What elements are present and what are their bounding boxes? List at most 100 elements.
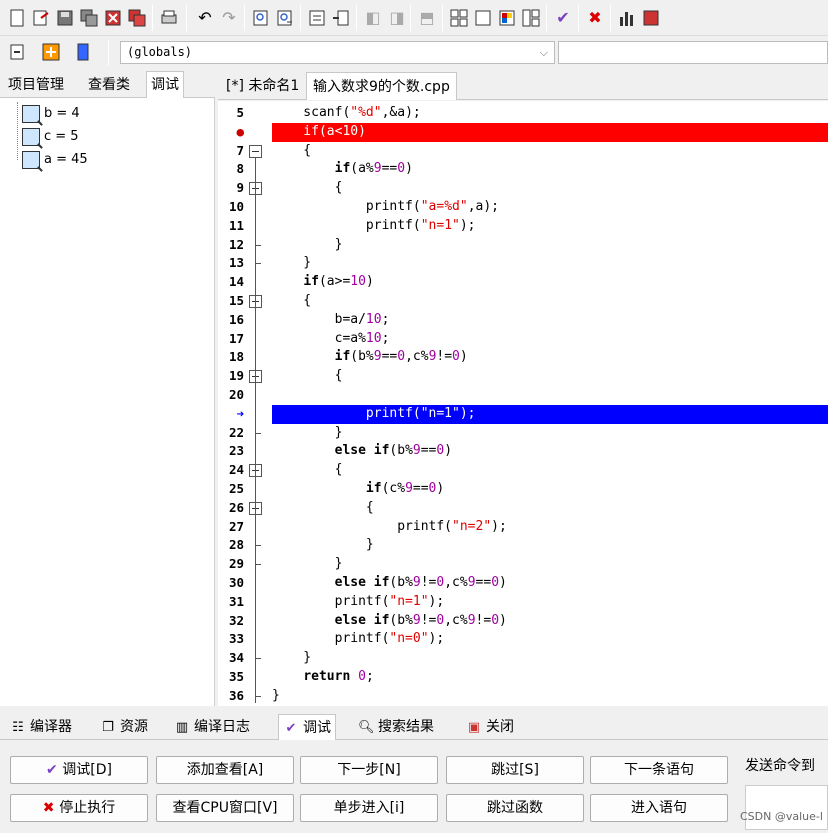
code-line[interactable]: if(a%9==0) (272, 160, 828, 179)
layout-icon[interactable] (520, 7, 542, 29)
chevron-down-icon[interactable]: ⌵ (540, 42, 548, 63)
current-line-arrow-icon: ➜ (236, 405, 244, 421)
tab-compile-log[interactable]: ▥ 编译日志 (170, 714, 254, 740)
tab-close[interactable]: ▣ 关闭 (462, 714, 518, 740)
watch-item[interactable]: b = 4 (22, 104, 80, 124)
find-icon[interactable] (250, 7, 272, 29)
tab-label: 编译器 (30, 719, 72, 735)
watch-item[interactable]: c = 5 (22, 127, 79, 147)
tab-debug-bottom[interactable]: ✔ 调试 (278, 714, 336, 740)
code-line[interactable]: if(a>=10) (272, 273, 828, 292)
debug-button[interactable]: ✔ 调试[D] (10, 756, 148, 784)
fold-toggle-icon[interactable] (249, 144, 262, 158)
code-line[interactable]: else if(b%9!=0,c%9!=0) (272, 612, 828, 631)
open-icon[interactable] (30, 7, 52, 29)
undo-icon[interactable]: ↶ (194, 7, 216, 29)
step-into-button[interactable]: 单步进入[i] (300, 794, 438, 822)
watch-item[interactable]: a = 45 (22, 150, 88, 170)
chart-icon[interactable] (616, 7, 638, 29)
watch-label: c = 5 (44, 129, 79, 144)
separator (578, 5, 579, 31)
unindent-icon[interactable] (330, 7, 352, 29)
next-step-button[interactable]: 下一步[N] (300, 756, 438, 784)
code-line[interactable]: if(a<10) (272, 122, 828, 142)
add-icon[interactable] (40, 41, 62, 63)
tab-debug[interactable]: 调试 (146, 71, 184, 98)
skip-button[interactable]: 跳过[S] (446, 756, 584, 784)
next-statement-button[interactable]: 下一条语句 (590, 756, 728, 784)
line-number: 12 (228, 236, 244, 252)
code-line[interactable]: printf("a=%d",a); (272, 198, 828, 217)
class-icon[interactable] (640, 7, 662, 29)
save-all-icon[interactable] (78, 7, 100, 29)
tab-untitled[interactable]: [*] 未命名1 (220, 72, 305, 100)
stop-icon[interactable]: ✖ (584, 7, 606, 29)
add-watch-button[interactable]: 添加查看[A] (156, 756, 294, 784)
code-line[interactable]: if(c%9==0) (272, 480, 828, 499)
code-line[interactable]: scanf("%d",&a); (272, 104, 828, 123)
skip-function-button[interactable]: 跳过函数 (446, 794, 584, 822)
redo-icon[interactable]: ↷ (218, 7, 240, 29)
tab-class-view[interactable]: 查看类 (84, 72, 134, 98)
code-line[interactable]: printf("n=2"); (272, 518, 828, 537)
code-line[interactable]: if(b%9==0,c%9!=0) (272, 348, 828, 367)
color-icon[interactable] (496, 7, 518, 29)
code-line[interactable]: } (272, 236, 828, 255)
code-line[interactable]: printf("n=1"); (272, 217, 828, 236)
code-line[interactable]: { (272, 292, 828, 311)
run-icon[interactable]: ◨ (386, 7, 408, 29)
close-all-icon[interactable] (126, 7, 148, 29)
bookmark-icon[interactable] (72, 41, 94, 63)
watch-panel (0, 98, 215, 706)
cpu-window-button[interactable]: 查看CPU窗口[V] (156, 794, 294, 822)
code-line[interactable]: c=a%10; (272, 330, 828, 349)
code-line[interactable]: { (272, 461, 828, 480)
tab-project[interactable]: 项目管理 (4, 72, 68, 98)
code-line[interactable]: { (272, 499, 828, 518)
grid-icon[interactable] (448, 7, 470, 29)
window-icon[interactable] (472, 7, 494, 29)
code-line[interactable]: } (272, 649, 828, 668)
code-editor[interactable]: 5 ● 7 8 9 10 11 12 13 14 15 16 17 18 19 20 ➜ 22 23 24 25 26 27… (218, 101, 828, 706)
code-line[interactable] (272, 386, 828, 405)
code-line[interactable]: } (272, 687, 828, 706)
code-line[interactable]: } (272, 254, 828, 273)
compile-run-icon[interactable]: ⬒ (416, 7, 438, 29)
replace-icon[interactable] (274, 7, 296, 29)
code-line[interactable]: b=a/10; (272, 311, 828, 330)
code-line[interactable]: } (272, 555, 828, 574)
send-command-input[interactable] (745, 785, 828, 830)
close-icon[interactable] (102, 7, 124, 29)
code-line[interactable]: printf("n=1"); (272, 593, 828, 612)
goto-icon[interactable] (6, 41, 28, 63)
indent-icon[interactable] (306, 7, 328, 29)
code-line[interactable]: { (272, 179, 828, 198)
compile-icon[interactable]: ◧ (362, 7, 384, 29)
code-line[interactable]: { (272, 142, 828, 161)
code-line[interactable]: return 0; (272, 668, 828, 687)
code-line[interactable]: else if(b%9!=0,c%9==0) (272, 574, 828, 593)
send-command-label: 发送命令到 (745, 758, 815, 774)
tab-compiler[interactable]: ☷ 编译器 (6, 714, 76, 740)
code-line[interactable]: { (272, 367, 828, 386)
code-line[interactable]: } (272, 536, 828, 555)
code-line[interactable]: printf("n=0"); (272, 630, 828, 649)
code-line[interactable]: } (272, 424, 828, 443)
tab-label: 关闭 (486, 719, 514, 735)
into-statement-button[interactable]: 进入语句 (590, 794, 728, 822)
tab-source-file[interactable]: 输入数求9的个数.cpp (306, 72, 457, 100)
tab-resources[interactable]: ❐ 资源 (96, 714, 152, 740)
line-number: 31 (228, 593, 244, 609)
separator (152, 5, 153, 31)
new-file-icon[interactable] (6, 7, 28, 29)
code-line[interactable]: printf("n=1"); (272, 404, 828, 424)
print-icon[interactable] (158, 7, 180, 29)
function-combo[interactable] (558, 41, 828, 64)
code-line[interactable]: else if(b%9==0) (272, 442, 828, 461)
save-icon[interactable] (54, 7, 76, 29)
stop-button[interactable]: ✖ 停止执行 (10, 794, 148, 822)
tab-search-results[interactable]: 🔍︎ 搜索结果 (354, 714, 438, 740)
check-icon[interactable]: ✔ (552, 7, 574, 29)
breakpoint-icon[interactable]: ● (236, 124, 244, 139)
globals-combo[interactable]: (globals) ⌵ (120, 41, 555, 64)
